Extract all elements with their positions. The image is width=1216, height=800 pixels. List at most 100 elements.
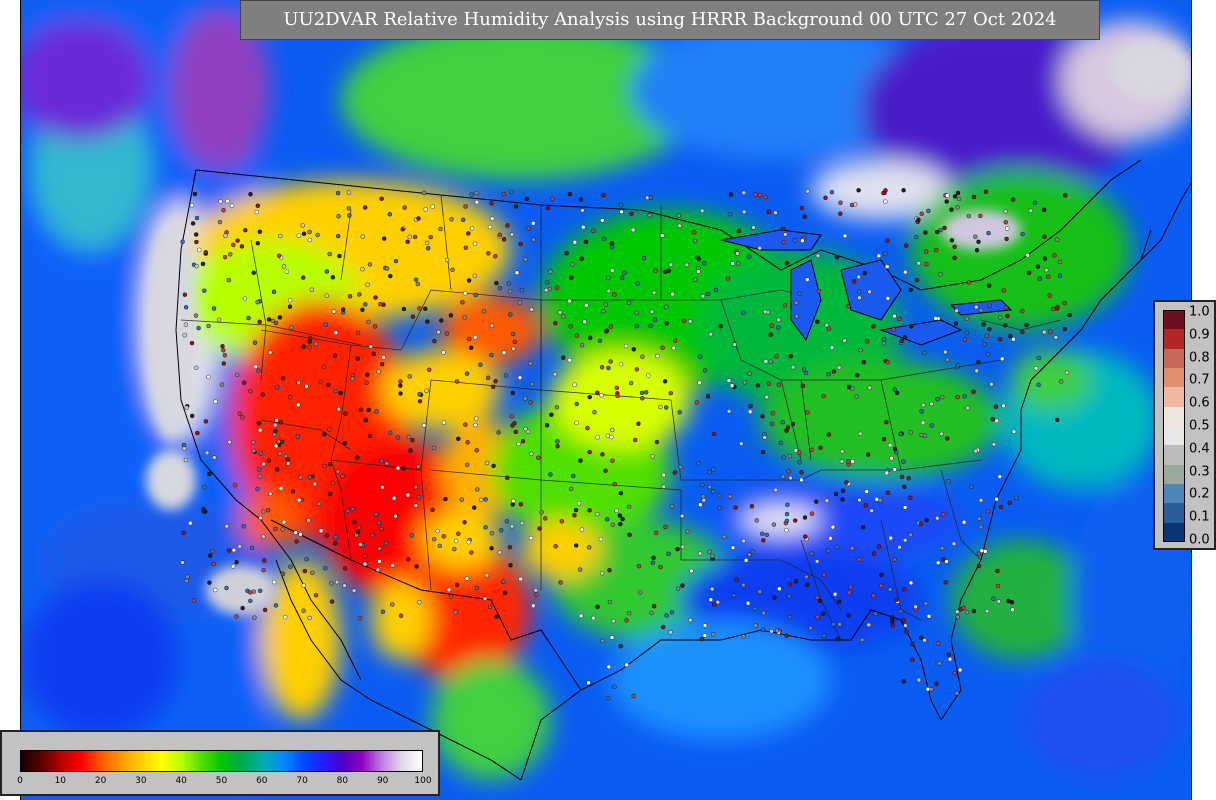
observation-dot — [816, 289, 822, 294]
observation-dot — [675, 586, 681, 591]
observation-dot — [672, 470, 677, 475]
observation-dot — [776, 382, 781, 387]
observation-dot — [879, 583, 884, 588]
observation-dot — [677, 410, 682, 415]
observation-dot — [839, 459, 845, 464]
observation-dot — [606, 275, 611, 281]
observation-dot — [605, 696, 611, 701]
observation-dot — [856, 188, 861, 193]
observation-dot — [249, 545, 255, 550]
observation-dot — [792, 238, 798, 243]
observation-dot — [554, 285, 560, 290]
observation-dot — [501, 579, 506, 584]
observation-dot — [435, 528, 440, 534]
observation-dot — [553, 321, 558, 326]
observation-dot — [609, 434, 614, 440]
observation-dot — [446, 587, 452, 592]
observation-dot — [691, 229, 697, 235]
observation-dot — [976, 563, 982, 569]
observation-dot — [255, 486, 260, 492]
observation-dot — [380, 485, 385, 490]
observation-dot — [751, 225, 756, 230]
observation-dot — [285, 461, 291, 466]
observation-dot — [701, 498, 706, 503]
observation-dot — [246, 315, 251, 321]
humidity-map[interactable] — [21, 0, 1192, 800]
observation-dot — [544, 280, 550, 285]
observation-dot — [531, 237, 536, 242]
observation-dot — [448, 594, 454, 599]
observation-dot — [624, 662, 629, 668]
observation-dot — [207, 471, 212, 476]
ob-tick-label: 1.0 — [1189, 304, 1210, 320]
observation-dot — [463, 245, 468, 250]
observation-dot — [372, 324, 378, 329]
observation-dot — [717, 505, 722, 511]
observation-dot — [272, 422, 278, 428]
observation-dot — [380, 609, 386, 614]
observation-dot — [232, 483, 238, 488]
observation-dot — [313, 341, 319, 347]
observation-dot — [599, 365, 605, 370]
observation-dot — [322, 432, 327, 437]
observation-dot — [987, 303, 992, 308]
observation-dot — [544, 287, 549, 293]
observation-dot — [935, 229, 940, 235]
observation-dot — [602, 236, 607, 242]
observation-dot — [924, 517, 929, 523]
rh-tick-label: 50 — [215, 776, 228, 786]
ob-tick-label: 0.0 — [1189, 532, 1210, 548]
observation-dot — [619, 275, 625, 280]
observation-dot — [332, 353, 338, 358]
observation-dot — [529, 381, 535, 387]
observation-dot — [685, 529, 690, 534]
observation-dot — [390, 563, 395, 568]
observation-dot — [365, 372, 370, 377]
observation-dot — [994, 497, 999, 502]
observation-dot — [1003, 219, 1008, 225]
observation-dot — [229, 203, 235, 208]
observation-dot — [829, 345, 835, 350]
observation-dot — [327, 461, 333, 467]
observation-dot — [696, 461, 701, 466]
observation-dot — [702, 633, 707, 638]
observation-dot — [680, 513, 685, 519]
observation-dot — [971, 389, 976, 394]
observation-dot — [287, 395, 293, 400]
observation-dot — [572, 513, 577, 518]
observation-dot — [995, 568, 1000, 574]
observation-dot — [903, 269, 908, 275]
observation-dot — [802, 214, 807, 219]
observation-dot — [290, 489, 296, 494]
observation-dot — [417, 399, 423, 404]
observation-dot — [234, 560, 239, 565]
observation-dot — [430, 204, 435, 209]
observation-dot — [510, 502, 515, 507]
observation-dot — [268, 491, 273, 497]
observation-dot — [955, 609, 960, 614]
observation-dot — [242, 296, 248, 301]
map-panel[interactable] — [20, 0, 1192, 800]
observation-dot — [226, 277, 232, 283]
observation-dot — [327, 491, 333, 497]
observation-dot — [619, 202, 624, 208]
observation-dot — [745, 601, 751, 606]
observation-dot — [337, 253, 342, 259]
observation-dot — [943, 349, 948, 355]
observation-dot — [273, 443, 279, 449]
observation-dot — [401, 466, 406, 471]
observation-dot — [573, 507, 579, 513]
observation-dot — [636, 421, 641, 426]
ob-colorbar-frame — [1163, 310, 1185, 542]
observation-dot — [610, 268, 615, 273]
observation-dot — [749, 504, 755, 509]
observation-dot — [216, 317, 222, 322]
observation-dot — [234, 372, 240, 377]
rh-tick-label: 30 — [135, 776, 147, 786]
observation-dot — [924, 262, 929, 267]
observation-dot — [952, 670, 957, 676]
observation-dot — [941, 512, 946, 517]
observation-dot — [466, 540, 471, 545]
observation-dot — [646, 373, 651, 378]
observation-dot — [183, 322, 189, 327]
